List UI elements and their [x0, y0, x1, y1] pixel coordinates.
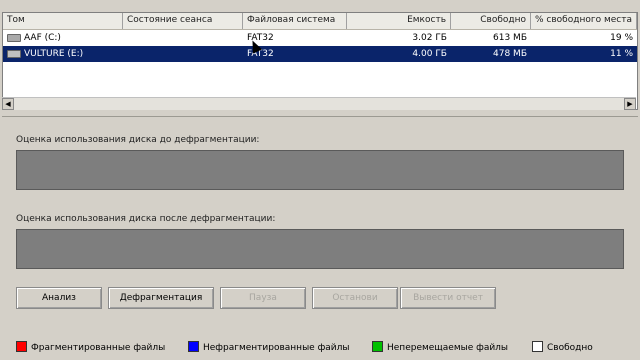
volume-row-e[interactable]: VULTURE (E:) FAT32 4.00 ГБ 478 МБ 11 %: [3, 46, 637, 62]
session-status-cell: [123, 30, 243, 46]
color-legend: Фрагментированные файлы Нефрагментирован…: [16, 341, 636, 356]
free-space-cell: 478 МБ: [493, 49, 527, 59]
red-swatch-icon: [16, 341, 27, 352]
drive-icon: [7, 49, 21, 58]
column-header-session-status[interactable]: Состояние сеанса: [123, 13, 243, 29]
drive-icon: [7, 33, 21, 42]
scroll-right-arrow-icon[interactable]: ▶: [624, 98, 636, 110]
defragment-button[interactable]: Дефрагментация: [108, 287, 214, 309]
volume-list[interactable]: Том Состояние сеанса Файловая система Ем…: [2, 12, 638, 110]
volume-cell: VULTURE (E:): [3, 46, 123, 62]
horizontal-scrollbar[interactable]: ◀ ▶: [2, 97, 636, 110]
capacity-cell: 4.00 ГБ: [412, 49, 447, 59]
volume-cell: AAF (C:): [3, 30, 123, 46]
pause-button[interactable]: Пауза: [220, 287, 306, 309]
scroll-left-arrow-icon[interactable]: ◀: [2, 98, 14, 110]
legend-label: Фрагментированные файлы: [31, 343, 166, 353]
analysis-panel: Оценка использования диска до дефрагмент…: [2, 116, 638, 357]
capacity-cell: 3.02 ГБ: [412, 33, 447, 43]
blue-swatch-icon: [188, 341, 199, 352]
volume-row-c[interactable]: AAF (C:) FAT32 3.02 ГБ 613 МБ 19 %: [3, 30, 637, 46]
legend-item-fragmented: Фрагментированные файлы: [16, 341, 166, 354]
legend-label: Неперемещаемые файлы: [387, 343, 509, 353]
legend-item-unmovable: Неперемещаемые файлы: [372, 341, 509, 354]
free-space-cell: 613 МБ: [493, 33, 527, 43]
after-defrag-label: Оценка использования диска после дефрагм…: [16, 214, 276, 224]
window-top-strip: [0, 0, 640, 12]
session-status-cell: [123, 46, 243, 62]
legend-item-free-space: Свободно: [532, 341, 593, 354]
column-header-file-system[interactable]: Файловая система: [243, 13, 347, 29]
percent-free-cell: 19 %: [610, 33, 633, 43]
legend-label: Нефрагментированные файлы: [203, 343, 350, 353]
legend-item-contiguous: Нефрагментированные файлы: [188, 341, 350, 354]
white-swatch-icon: [532, 341, 543, 352]
before-defrag-usage-bar: [16, 150, 624, 190]
green-swatch-icon: [372, 341, 383, 352]
column-header-volume[interactable]: Том: [3, 13, 123, 29]
analyze-button[interactable]: Анализ: [16, 287, 102, 309]
after-defrag-usage-bar: [16, 229, 624, 269]
stop-button[interactable]: Останови: [312, 287, 398, 309]
column-header-percent-free[interactable]: % свободного места: [531, 13, 637, 29]
legend-label: Свободно: [547, 343, 593, 353]
volume-name: AAF (C:): [24, 33, 61, 43]
view-report-button[interactable]: Вывести отчет: [400, 287, 496, 309]
volume-name: VULTURE (E:): [24, 49, 84, 59]
column-header-capacity[interactable]: Емкость: [347, 13, 451, 29]
volume-list-header: Том Состояние сеанса Файловая система Ем…: [3, 13, 637, 30]
column-header-free-space[interactable]: Свободно: [451, 13, 531, 29]
percent-free-cell: 11 %: [610, 49, 633, 59]
before-defrag-label: Оценка использования диска до дефрагмент…: [16, 135, 260, 145]
